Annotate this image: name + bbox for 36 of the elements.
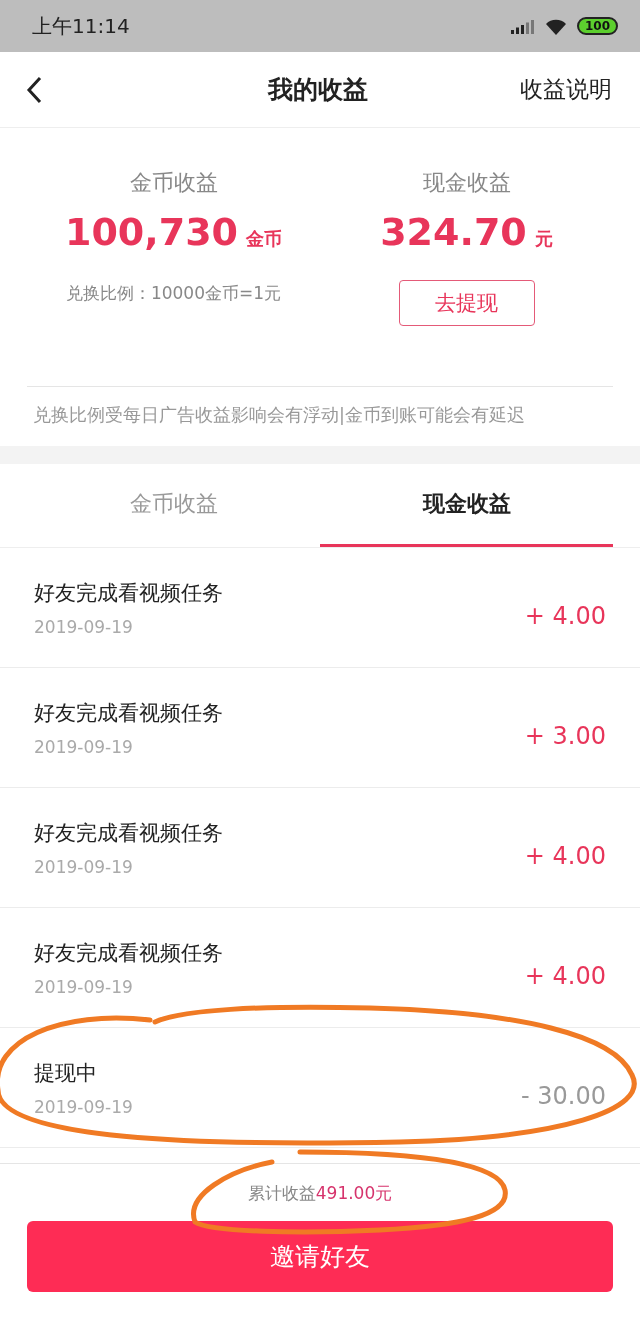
total-earnings-value: 491.00元 — [315, 1183, 393, 1203]
record-title: 好友完成看视频任务 — [34, 819, 223, 847]
withdraw-button[interactable]: 去提现 — [398, 280, 535, 326]
record-date: 2019-09-19 — [34, 1096, 133, 1117]
page-title: 我的收益 — [268, 74, 368, 106]
record-title: 好友完成看视频任务 — [34, 699, 223, 727]
invite-friends-button[interactable]: 邀请好友 — [27, 1221, 613, 1292]
record-amount: + 4.00 — [524, 961, 606, 990]
wifi-icon — [544, 17, 567, 35]
tab[interactable]: 金币收益 — [27, 464, 320, 547]
coin-unit: 金币 — [246, 227, 283, 251]
status-time: 上午11:14 — [32, 12, 130, 40]
earnings-info-link[interactable]: 收益说明 — [520, 74, 612, 105]
coin-earnings-value: 100,730 — [64, 210, 239, 254]
cash-unit: 元 — [534, 227, 553, 251]
record-date: 2019-09-19 — [34, 616, 134, 637]
total-earnings-label: 累计收益 — [247, 1183, 316, 1203]
record-title: 好友完成看视频任务 — [34, 579, 223, 607]
record-amount: - 30.00 — [521, 1081, 606, 1110]
record-amount: + 4.00 — [524, 601, 606, 630]
record-amount: + 4.00 — [524, 841, 606, 870]
cash-earnings-label: 现金收益 — [422, 169, 511, 197]
record-title: 好友完成看视频任务 — [34, 939, 223, 967]
record-amount: + 3.00 — [524, 721, 606, 750]
battery-indicator: 100 — [576, 17, 618, 35]
notice-text: 兑换比例受每日广告收益影响会有浮动|金币到账可能会有延迟 — [33, 404, 526, 427]
exchange-rate-text: 兑换比例：10000金币=1元 — [65, 282, 282, 305]
cash-earnings-value: 324.70 — [380, 210, 527, 254]
back-icon — [26, 75, 42, 104]
record-date: 2019-09-19 — [34, 856, 134, 877]
tab[interactable]: 现金收益 — [320, 464, 613, 547]
record-date: 2019-09-19 — [34, 736, 134, 757]
record-title: 提现中 — [34, 1059, 98, 1087]
record-date: 2019-09-19 — [34, 976, 134, 997]
signal-icon — [510, 18, 535, 34]
coin-earnings-label: 金币收益 — [129, 169, 218, 197]
